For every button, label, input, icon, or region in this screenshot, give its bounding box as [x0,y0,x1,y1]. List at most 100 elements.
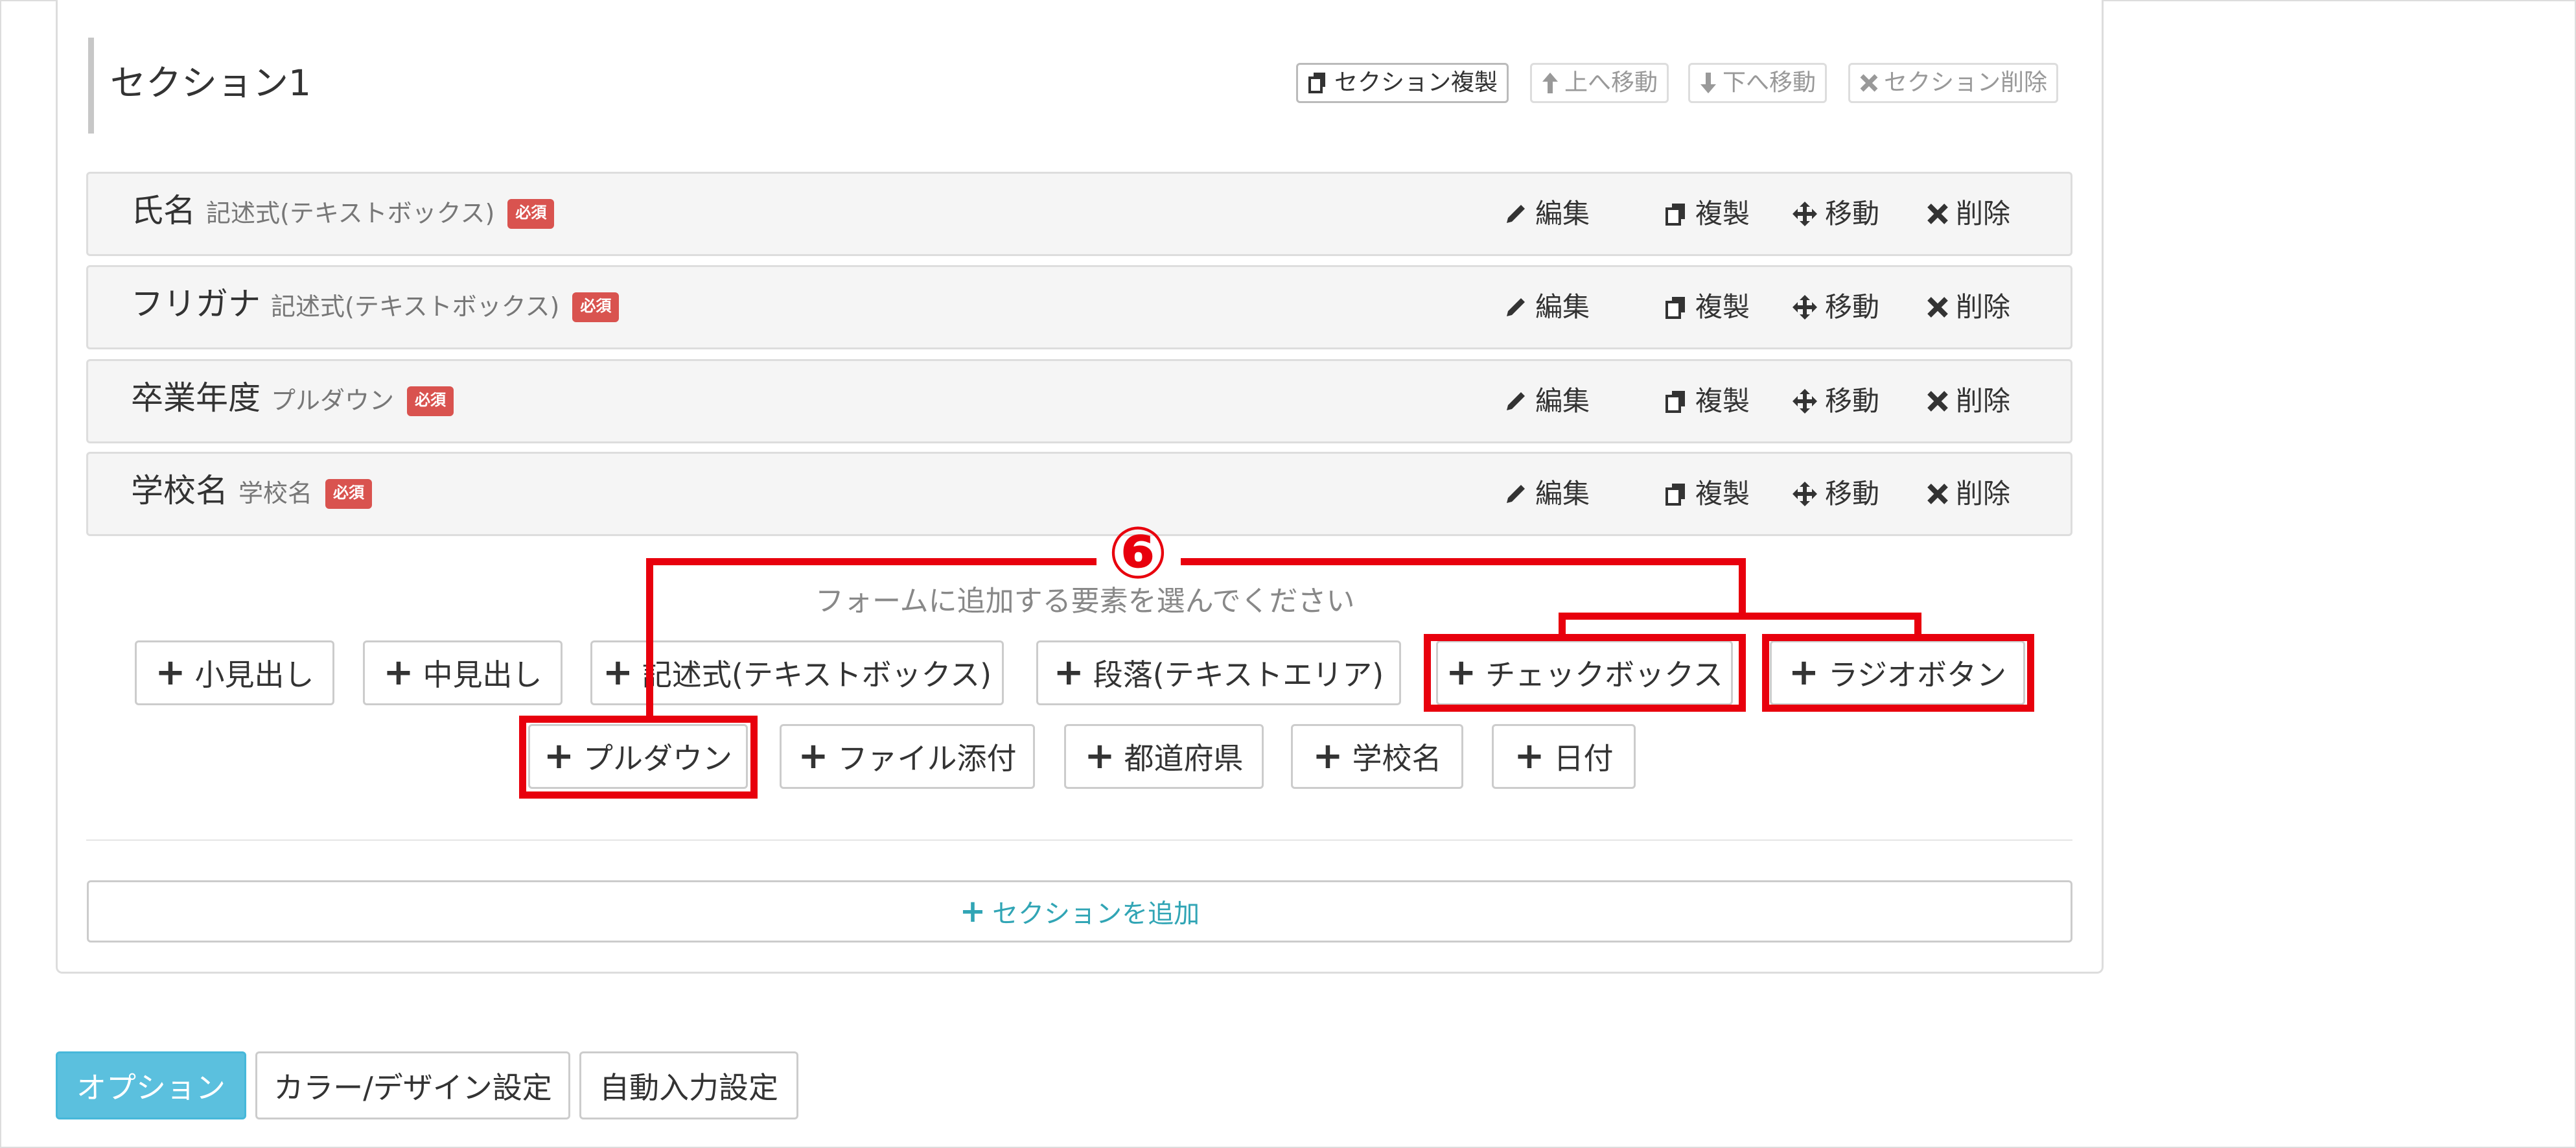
edit-label: 編集 [1535,385,1590,417]
annotation-line [1739,558,1746,620]
move-button[interactable]: 移動 [1791,381,1879,422]
arrow-up-icon [1542,73,1558,93]
tab-options-label: オプション [76,1070,226,1105]
add-textarea-label: 段落(テキストエリア) [1093,657,1384,692]
copy-button[interactable]: 複製 [1663,473,1750,515]
tab-color-design[interactable]: カラー/デザイン設定 [255,1051,570,1119]
element-picker-prompt: フォームに追加する要素を選んでください [815,585,1355,618]
field-row-school-name: 学校名 学校名 必須 編集 複製 移動 削除 [86,452,2072,536]
add-file-attachment-button[interactable]: + ファイル添付 [780,724,1035,789]
plus-icon: + [1312,735,1343,777]
annotation-line [1914,613,1921,638]
required-badge: 必須 [572,292,620,322]
section-delete-label: セクション削除 [1884,69,2048,96]
add-date-label: 日付 [1553,741,1614,776]
add-school-name-label: 学校名 [1352,741,1442,776]
plus-icon: + [1053,651,1084,694]
move-button[interactable]: 移動 [1791,473,1879,515]
field-row-name: 氏名 記述式(テキストボックス) 必須 編集 複製 移動 削除 [86,172,2072,256]
delete-button[interactable]: 削除 [1926,287,2010,328]
plus-icon: + [602,651,633,694]
pencil-icon [1507,392,1525,410]
tab-auto-input[interactable]: 自動入力設定 [579,1051,798,1119]
edit-button[interactable]: 編集 [1503,473,1590,515]
add-medium-heading-label: 中見出し [423,657,542,692]
divider [86,839,2072,841]
close-icon [1927,204,1948,224]
copy-button[interactable]: 複製 [1663,193,1750,235]
add-prefecture-button[interactable]: + 都道府県 [1064,724,1264,789]
pencil-icon [1507,205,1525,223]
edit-label: 編集 [1535,198,1590,229]
delete-button[interactable]: 削除 [1926,193,2010,235]
field-row-graduation-year: 卒業年度 プルダウン 必須 編集 複製 移動 削除 [86,359,2072,443]
delete-label: 削除 [1956,198,2011,229]
section-move-up-label: 上へ移動 [1564,69,1658,96]
edit-label: 編集 [1535,478,1590,510]
plus-icon: + [1514,735,1545,777]
required-badge: 必須 [325,479,373,509]
move-arrows-icon [1793,482,1817,506]
field-type: 記述式(テキストボックス) [206,199,495,228]
plus-icon: + [1084,735,1115,777]
highlight-checkbox [1424,634,1746,712]
delete-button[interactable]: 削除 [1926,381,2010,422]
pencil-icon [1507,298,1525,316]
copy-label: 複製 [1695,291,1750,323]
section-move-up-button[interactable]: 上へ移動 [1530,63,1669,103]
move-label: 移動 [1825,198,1880,229]
add-medium-heading-button[interactable]: + 中見出し [363,640,563,705]
move-button[interactable]: 移動 [1791,287,1879,328]
edit-button[interactable]: 編集 [1503,287,1590,328]
move-label: 移動 [1825,291,1880,323]
annotation-line [1181,558,1746,565]
move-arrows-icon [1793,202,1817,226]
annotation-number: ⑥ [1108,511,1168,594]
tab-options[interactable]: オプション [56,1051,246,1119]
annotation-line [646,558,653,720]
highlight-radio [1762,634,2034,712]
close-icon [1927,391,1948,412]
section-delete-button[interactable]: セクション削除 [1848,63,2059,103]
add-school-name-button[interactable]: + 学校名 [1291,724,1463,789]
copy-icon [1665,204,1685,226]
required-badge: 必須 [407,386,454,416]
delete-button[interactable]: 削除 [1926,473,2010,515]
add-small-heading-label: 小見出し [194,657,314,692]
close-icon [1927,297,1948,318]
edit-label: 編集 [1535,291,1590,323]
add-section-button[interactable]: + セクションを追加 [87,880,2072,943]
add-section-label: セクションを追加 [992,899,1200,929]
copy-label: 複製 [1695,198,1750,229]
copy-button[interactable]: 複製 [1663,381,1750,422]
section-title-accent [88,38,94,134]
add-small-heading-button[interactable]: + 小見出し [135,640,334,705]
field-row-furigana: フリガナ 記述式(テキストボックス) 必須 編集 複製 移動 削除 [86,265,2072,349]
delete-label: 削除 [1956,385,2011,417]
tab-auto-input-label: 自動入力設定 [599,1070,778,1105]
edit-button[interactable]: 編集 [1503,381,1590,422]
field-name: 氏名 [131,192,196,229]
section-copy-button[interactable]: セクション複製 [1296,63,1509,103]
add-date-button[interactable]: + 日付 [1492,724,1636,789]
add-textarea-button[interactable]: + 段落(テキストエリア) [1036,640,1401,705]
copy-label: 複製 [1695,478,1750,510]
highlight-dropdown [519,716,758,799]
arrow-down-icon [1700,73,1716,93]
section-move-down-label: 下へ移動 [1723,69,1816,96]
plus-icon: + [798,735,829,777]
copy-icon [1665,391,1685,413]
move-label: 移動 [1825,385,1880,417]
copy-button[interactable]: 複製 [1663,287,1750,328]
move-button[interactable]: 移動 [1791,193,1879,235]
plus-icon: + [155,651,186,694]
section-move-down-button[interactable]: 下へ移動 [1688,63,1828,103]
edit-button[interactable]: 編集 [1503,193,1590,235]
field-type: 記述式(テキストボックス) [271,292,560,321]
field-name: 卒業年度 [131,379,261,417]
delete-label: 削除 [1956,478,2011,510]
add-textbox-label: 記述式(テキストボックス) [642,657,992,692]
copy-label: 複製 [1695,385,1750,417]
add-file-attachment-label: ファイル添付 [837,741,1017,776]
annotation-line [646,558,1097,565]
